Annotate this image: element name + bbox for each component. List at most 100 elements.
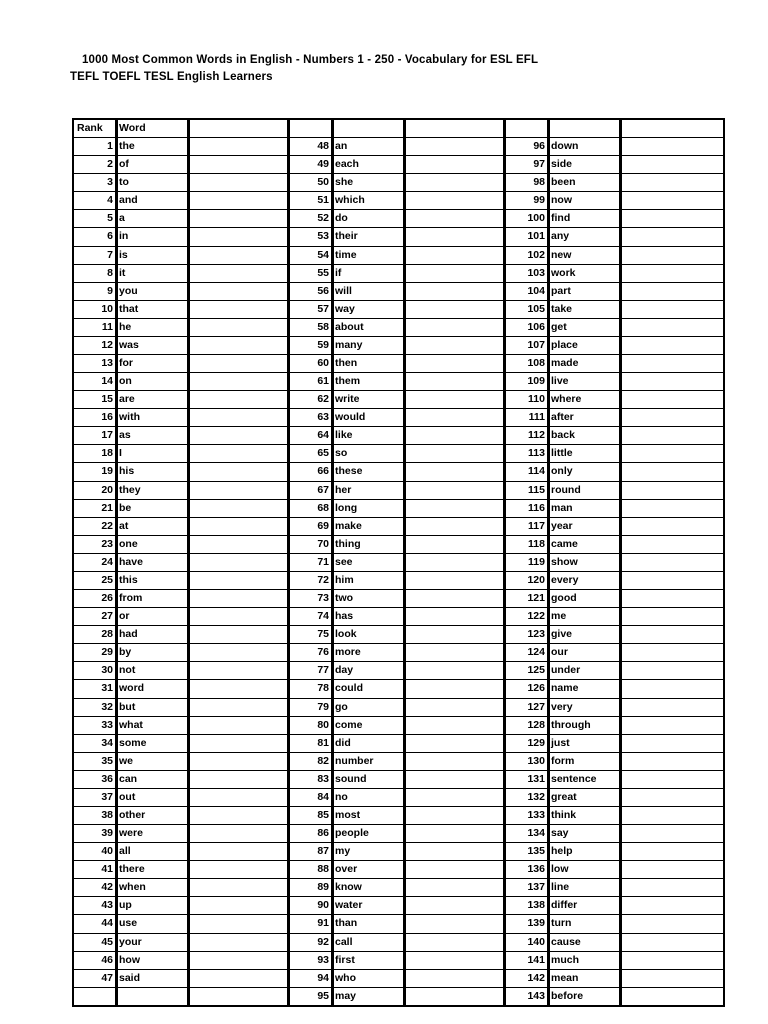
cell-rank-2: 83 (287, 769, 333, 789)
cell-word-2: over (331, 860, 405, 880)
cell-rank-3: 122 (503, 607, 549, 627)
cell-word-1: but (115, 697, 189, 717)
cell-blank-1 (187, 932, 289, 952)
cell-rank-2: 71 (287, 552, 333, 572)
cell-blank-3 (619, 335, 724, 356)
cell-blank-3 (619, 932, 724, 952)
cell-rank-3: 127 (503, 697, 549, 717)
cell-rank-1: 31 (73, 679, 117, 699)
cell-rank-3: 129 (503, 733, 549, 753)
cell-blank-2 (403, 408, 505, 428)
cell-word-2: make (331, 516, 405, 536)
cell-word-1: they (115, 480, 189, 500)
cell-rank-3: 100 (503, 209, 549, 229)
word-list-table: Rank Word 1 the 48 an 96 down 2 of 49 each 97 side 3… (72, 118, 725, 1007)
cell-rank-3: 116 (503, 498, 549, 518)
cell-blank-2 (403, 643, 505, 663)
cell-word-1 (115, 986, 189, 1006)
table-row: 28 had 75 look 123 give (73, 625, 724, 645)
cell-blank-1 (187, 191, 289, 211)
cell-word-3: year (547, 516, 621, 536)
cell-rank-2: 52 (287, 209, 333, 229)
cell-rank-1: 38 (73, 805, 117, 826)
cell-blank-3 (619, 896, 724, 916)
cell-rank-3: 98 (503, 173, 549, 193)
cell-blank-3 (619, 625, 724, 645)
cell-rank-2: 81 (287, 733, 333, 753)
table-row: 14 on 61 them 109 live (73, 372, 724, 392)
cell-rank-3: 135 (503, 842, 549, 862)
cell-word-2: these (331, 462, 405, 482)
cell-blank-3 (619, 824, 724, 844)
cell-word-2: each (331, 155, 405, 175)
cell-rank-2: 75 (287, 625, 333, 645)
word-list-table-wrapper: Rank Word 1 the 48 an 96 down 2 of 49 each 97 side 3… (72, 118, 725, 1007)
cell-rank-2: 58 (287, 317, 333, 337)
cell-rank-2: 85 (287, 805, 333, 826)
cell-rank-3: 105 (503, 299, 549, 319)
cell-blank-1 (187, 986, 289, 1006)
cell-blank-3 (619, 878, 724, 898)
cell-rank-1: 21 (73, 498, 117, 518)
cell-rank-2: 87 (287, 842, 333, 862)
cell-rank-1: 45 (73, 932, 117, 952)
cell-blank-3 (619, 498, 724, 518)
cell-word-3: back (547, 426, 621, 446)
document-page: 1000 Most Common Words in English - Numb… (0, 0, 768, 1024)
cell-word-2: sound (331, 769, 405, 789)
cell-rank-3: 107 (503, 335, 549, 356)
table-row: 18 I 65 so 113 little (73, 444, 724, 464)
cell-word-1: said (115, 968, 189, 988)
cell-word-3: work (547, 263, 621, 283)
cell-blank-1 (187, 173, 289, 193)
cell-blank-2 (403, 570, 505, 591)
cell-word-2: go (331, 697, 405, 717)
cell-word-3: place (547, 335, 621, 356)
cell-rank-3: 141 (503, 950, 549, 970)
cell-rank-3: 111 (503, 408, 549, 428)
cell-word-1: as (115, 426, 189, 446)
cell-rank-2: 67 (287, 480, 333, 500)
cell-word-1: be (115, 498, 189, 518)
table-row: 26 from 73 two 121 good (73, 589, 724, 609)
cell-blank-3 (619, 570, 724, 591)
cell-word-3: say (547, 824, 621, 844)
cell-word-2: if (331, 263, 405, 283)
cell-rank-3: 120 (503, 570, 549, 591)
cell-rank-3: 142 (503, 968, 549, 988)
table-header-row: Rank Word (73, 119, 724, 139)
cell-rank-2: 62 (287, 390, 333, 410)
cell-rank-2: 53 (287, 227, 333, 247)
cell-blank-2 (403, 155, 505, 175)
cell-rank-2: 79 (287, 697, 333, 717)
cell-word-1: not (115, 661, 189, 681)
cell-blank-3 (619, 137, 724, 157)
cell-word-1: all (115, 842, 189, 862)
cell-blank-3 (619, 751, 724, 771)
cell-rank-1: 34 (73, 733, 117, 753)
cell-word-2: many (331, 335, 405, 356)
cell-blank-3 (619, 769, 724, 789)
cell-word-1: one (115, 534, 189, 554)
cell-rank-1: 14 (73, 372, 117, 392)
cell-blank-2 (403, 191, 505, 211)
cell-word-2: know (331, 878, 405, 898)
cell-rank-1: 7 (73, 245, 117, 265)
table-row: 39 were 86 people 134 say (73, 824, 724, 844)
cell-rank-2: 74 (287, 607, 333, 627)
cell-blank-3 (619, 733, 724, 753)
table-row: 34 some 81 did 129 just (73, 733, 724, 753)
cell-rank-3: 121 (503, 589, 549, 609)
cell-rank-1: 44 (73, 914, 117, 934)
cell-word-2: thing (331, 534, 405, 554)
cell-blank-1 (187, 697, 289, 717)
cell-word-1: is (115, 245, 189, 265)
cell-rank-2: 59 (287, 335, 333, 356)
cell-word-3: now (547, 191, 621, 211)
cell-blank-2 (403, 607, 505, 627)
cell-word-3: give (547, 625, 621, 645)
cell-blank-1 (187, 715, 289, 735)
cell-rank-1: 39 (73, 824, 117, 844)
cell-rank-1: 13 (73, 354, 117, 374)
cell-rank-3: 123 (503, 625, 549, 645)
